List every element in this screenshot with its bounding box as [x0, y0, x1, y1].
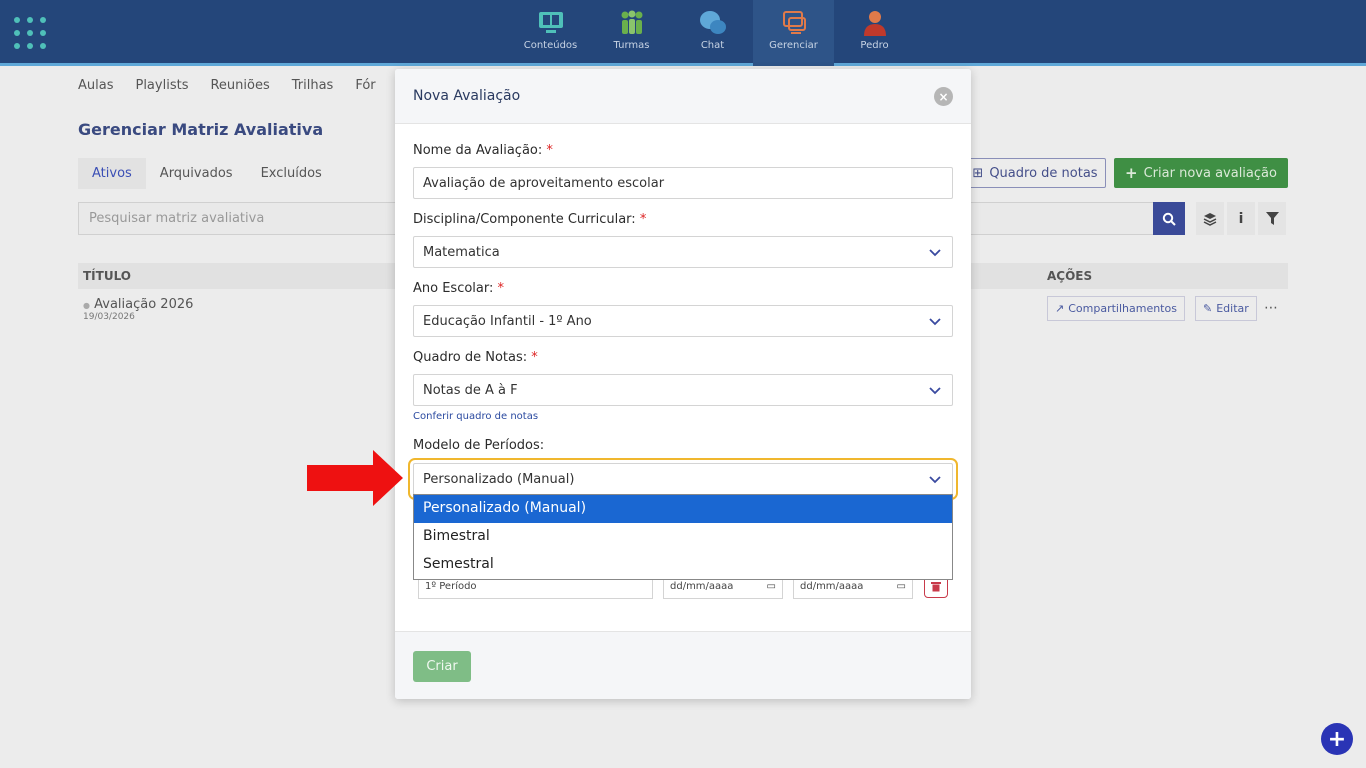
select-value: Educação Infantil - 1º Ano	[423, 314, 592, 329]
required-mark: *	[497, 281, 505, 296]
criar-button[interactable]: Criar	[413, 651, 471, 682]
date-value: dd/mm/aaaa	[670, 581, 734, 592]
modal-title: Nova Avaliação	[413, 88, 521, 104]
label-text: Nome da Avaliação:	[413, 143, 543, 158]
close-icon[interactable]: ×	[934, 87, 953, 106]
option-personalizado[interactable]: Personalizado (Manual)	[414, 495, 952, 523]
floating-add-button[interactable]: +	[1321, 723, 1353, 755]
disciplina-select[interactable]: Matematica	[413, 236, 953, 268]
select-value: Notas de A à F	[423, 383, 518, 398]
ano-escolar-select[interactable]: Educação Infantil - 1º Ano	[413, 305, 953, 337]
chevron-down-icon	[929, 387, 941, 395]
calendar-icon: ▭	[766, 581, 776, 592]
calendar-icon: ▭	[896, 581, 906, 592]
chevron-down-icon	[929, 476, 941, 484]
modelo-label: Modelo de Períodos:	[413, 438, 544, 453]
red-arrow-annotation	[307, 450, 403, 506]
date-value: dd/mm/aaaa	[800, 581, 864, 592]
quadro-label: Quadro de Notas: *	[413, 350, 538, 365]
quadro-notas-select[interactable]: Notas de A à F	[413, 374, 953, 406]
required-mark: *	[639, 212, 647, 227]
label-text: Disciplina/Componente Curricular:	[413, 212, 636, 227]
nome-avaliacao-input[interactable]: Avaliação de aproveitamento escolar	[413, 167, 953, 199]
chevron-down-icon	[929, 249, 941, 257]
nome-label: Nome da Avaliação: *	[413, 143, 553, 158]
ano-label: Ano Escolar: *	[413, 281, 504, 296]
nova-avaliacao-modal: Nova Avaliação × Nome da Avaliação: * Av…	[395, 69, 971, 699]
option-bimestral[interactable]: Bimestral	[414, 523, 952, 551]
disciplina-label: Disciplina/Componente Curricular: *	[413, 212, 646, 227]
modal-footer: Criar	[395, 631, 971, 699]
select-value: Personalizado (Manual)	[423, 472, 575, 487]
trash-icon	[931, 581, 941, 591]
modal-header: Nova Avaliação ×	[395, 69, 971, 124]
label-text: Ano Escolar:	[413, 281, 494, 296]
option-semestral[interactable]: Semestral	[414, 551, 952, 579]
conferir-quadro-link[interactable]: Conferir quadro de notas	[413, 411, 538, 422]
modelo-periodos-dropdown: Personalizado (Manual) Bimestral Semestr…	[413, 494, 953, 580]
chevron-down-icon	[929, 318, 941, 326]
modelo-periodos-select[interactable]: Personalizado (Manual)	[413, 463, 953, 495]
select-value: Matematica	[423, 245, 500, 260]
required-mark: *	[531, 350, 538, 365]
label-text: Modelo de Períodos:	[413, 438, 545, 453]
required-mark: *	[546, 143, 553, 158]
label-text: Quadro de Notas:	[413, 350, 528, 365]
